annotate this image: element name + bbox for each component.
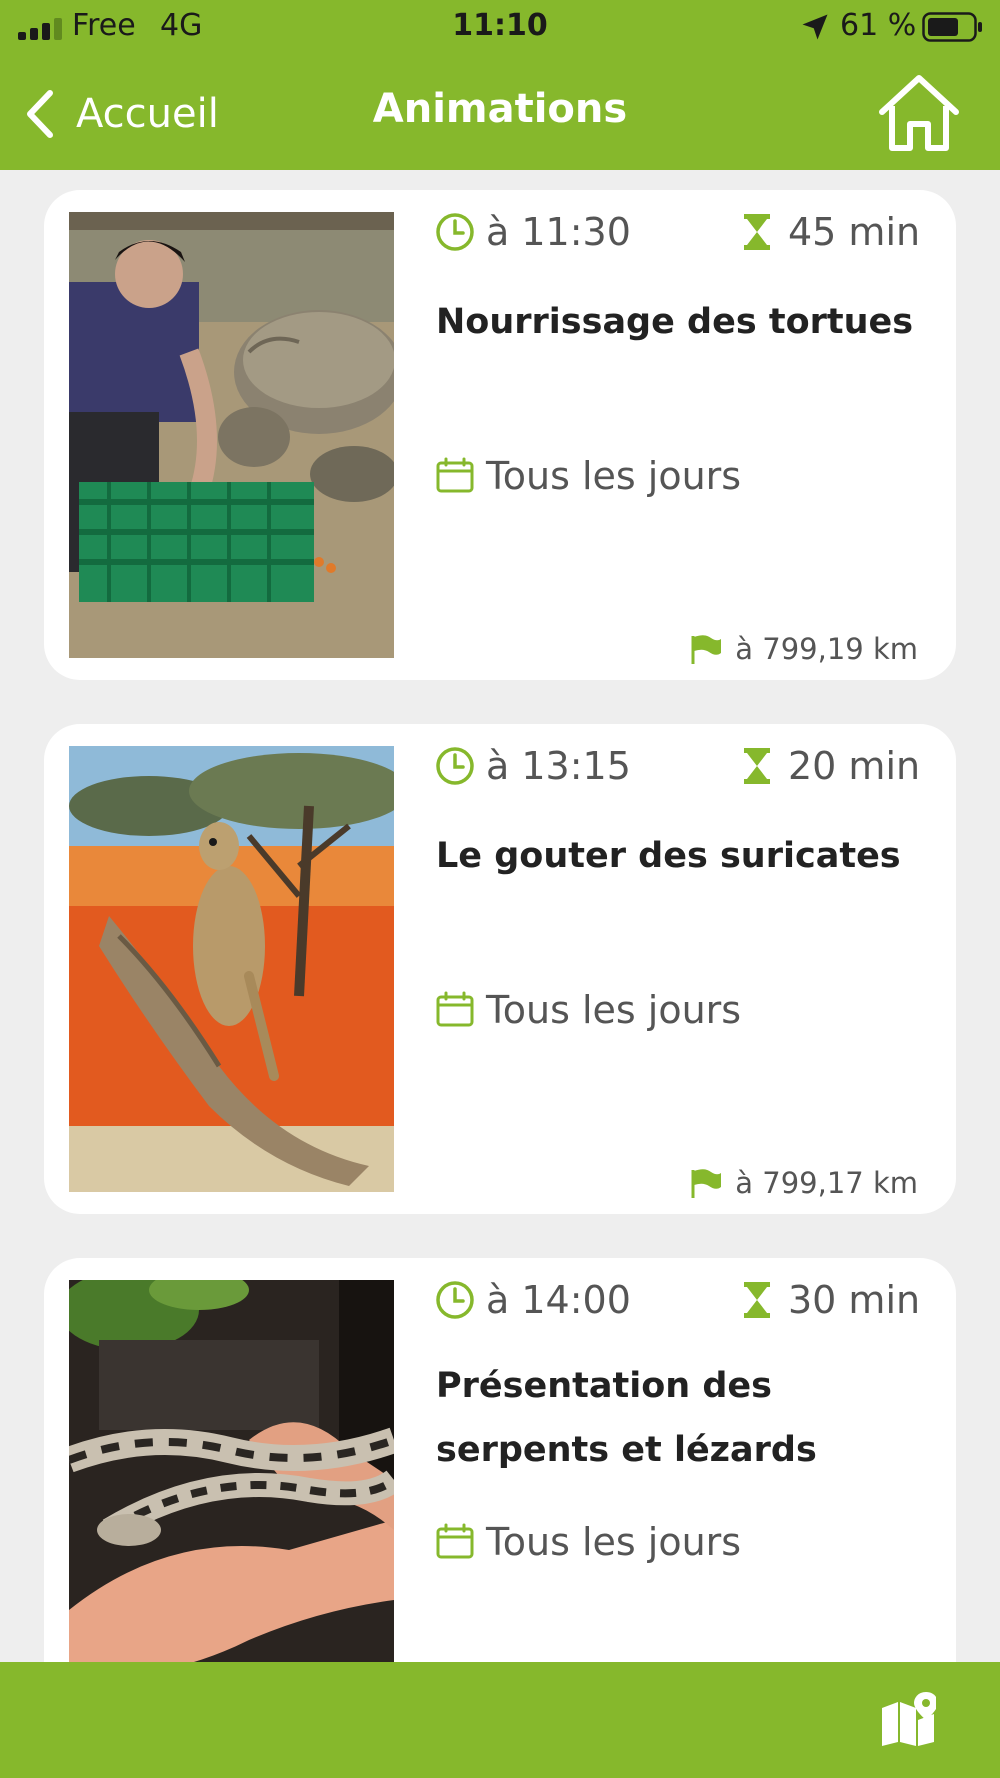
clock-icon (436, 1281, 474, 1319)
battery-percentage: 61 % (840, 8, 917, 43)
duration-text: 45 min (788, 210, 921, 254)
schedule-text: Tous les jours (486, 988, 742, 1032)
start-time-text: à 14:00 (486, 1278, 631, 1322)
flag-icon (691, 635, 722, 664)
distance-text: à 799,19 km (735, 632, 918, 666)
clock-icon (436, 213, 474, 251)
calendar-icon (436, 457, 474, 493)
duration-text: 20 min (788, 744, 921, 788)
flag-icon (691, 1169, 722, 1198)
animation-title: Présentation des serpents et lézards (436, 1366, 817, 1470)
animation-title: Nourrissage des tortues (436, 302, 914, 342)
hourglass-icon (744, 1282, 770, 1318)
distance-text: à 799,17 km (735, 1166, 918, 1200)
location-arrow-icon (802, 14, 828, 40)
distance: à 799,17 km (689, 1166, 918, 1200)
start-time-text: à 11:30 (486, 210, 631, 254)
start-time-text: à 13:15 (486, 744, 631, 788)
top-bar: Free 4G 11:10 61 % Accueil Animations (0, 0, 1000, 170)
distance: à 799,19 km (689, 632, 918, 666)
schedule: Tous les jours (434, 988, 741, 1032)
animation-card[interactable]: à 14:00 30 min Présentation des serpents… (44, 1258, 956, 1728)
page-title: Animations (372, 86, 628, 132)
duration: 20 min (736, 744, 920, 788)
hourglass-icon (744, 748, 770, 784)
schedule-text: Tous les jours (486, 454, 742, 498)
duration: 45 min (736, 210, 920, 254)
hourglass-icon (744, 214, 770, 250)
calendar-icon (436, 1523, 474, 1559)
start-time: à 14:00 (434, 1278, 631, 1322)
schedule-text: Tous les jours (486, 1520, 742, 1564)
schedule: Tous les jours (434, 454, 741, 498)
tortoise-feeding-photo (69, 212, 394, 658)
duration-text: 30 min (788, 1278, 921, 1322)
duration: 30 min (736, 1278, 920, 1322)
meerkat-photo (69, 746, 394, 1192)
snake-photo (69, 1280, 394, 1680)
home-icon[interactable] (876, 72, 962, 152)
animation-title: Le gouter des suricates (436, 836, 901, 876)
status-bar: Free 4G 11:10 61 % (0, 0, 1000, 56)
bottom-bar (0, 1662, 1000, 1778)
start-time: à 13:15 (434, 744, 631, 788)
map-pin-icon[interactable] (880, 1690, 936, 1746)
animation-card[interactable]: à 13:15 20 min Le gouter des suricates T… (44, 724, 956, 1214)
clock-icon (436, 747, 474, 785)
start-time: à 11:30 (434, 210, 631, 254)
battery-icon (922, 12, 982, 42)
animation-card[interactable]: à 11:30 45 min Nourrissage des tortues T… (44, 190, 956, 680)
schedule: Tous les jours (434, 1520, 741, 1564)
calendar-icon (436, 991, 474, 1027)
